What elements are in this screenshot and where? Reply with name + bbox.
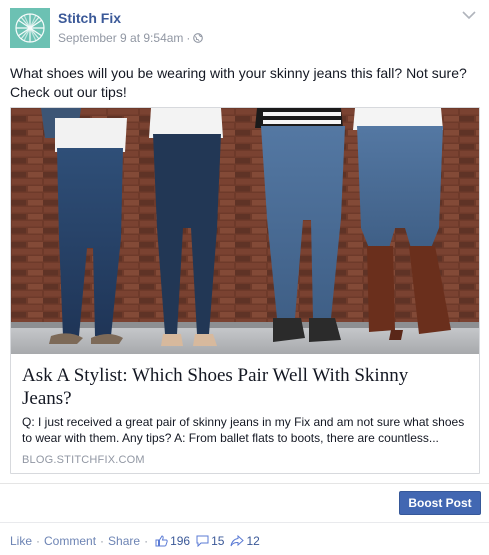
likes-count[interactable]: 196 — [155, 534, 190, 548]
likes-count-value: 196 — [170, 534, 191, 548]
divider — [0, 522, 489, 523]
post-message: What shoes will you be wearing with your… — [10, 65, 467, 100]
chevron-down-icon[interactable] — [462, 10, 476, 20]
like-link[interactable]: Like — [10, 534, 32, 548]
meta-separator: · — [186, 31, 191, 45]
comment-link[interactable]: Comment — [44, 534, 96, 548]
share-arrow-icon — [230, 535, 245, 547]
post-header: Stitch Fix September 9 at 9:54am · — [10, 8, 480, 50]
comment-bubble-icon — [196, 535, 209, 547]
link-title[interactable]: Ask A Stylist: Which Shoes Pair Well Wit… — [22, 364, 462, 410]
link-attachment[interactable]: Ask A Stylist: Which Shoes Pair Well Wit… — [10, 107, 480, 474]
page-avatar[interactable] — [10, 8, 50, 48]
thumbs-up-icon — [155, 535, 168, 547]
link-description: Q: I just received a great pair of skinn… — [22, 415, 465, 445]
globe-icon[interactable] — [193, 33, 204, 43]
facebook-post: Stitch Fix September 9 at 9:54am · What … — [0, 0, 489, 555]
action-separator: · — [100, 534, 105, 548]
divider — [0, 483, 489, 484]
action-separator: · — [144, 534, 149, 548]
share-link[interactable]: Share — [108, 534, 140, 548]
page-name-link[interactable]: Stitch Fix — [58, 10, 121, 26]
shares-count-value: 12 — [246, 534, 260, 548]
shares-count[interactable]: 12 — [230, 534, 260, 548]
boost-post-button[interactable]: Boost Post — [399, 491, 481, 515]
stitch-fix-logo-icon — [10, 8, 50, 48]
jeans-photo-image — [11, 108, 479, 354]
post-meta: September 9 at 9:54am · — [58, 31, 204, 45]
link-domain: BLOG.STITCHFIX.COM — [22, 454, 145, 466]
post-timestamp[interactable]: September 9 at 9:54am — [58, 31, 183, 45]
attachment-photo[interactable] — [11, 108, 479, 354]
post-actions: Like · Comment · Share · 196 15 12 — [10, 534, 260, 548]
comments-count[interactable]: 15 — [196, 534, 224, 548]
comments-count-value: 15 — [211, 534, 225, 548]
action-separator: · — [36, 534, 41, 548]
